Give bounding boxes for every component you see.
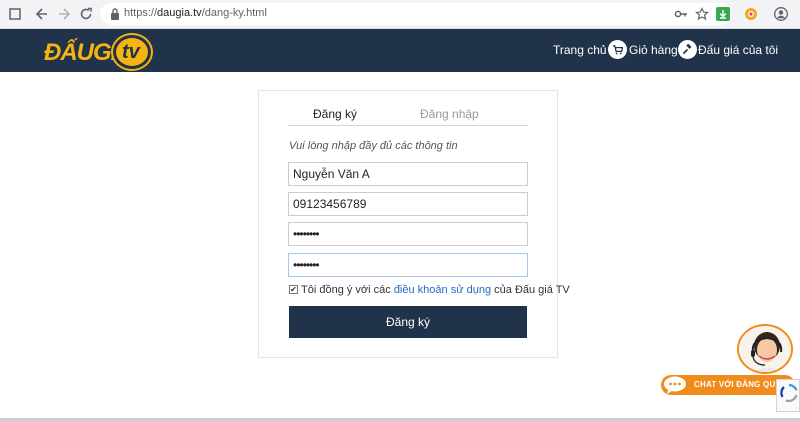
agree-text: Tôi đồng ý với các điều khoản sử dụng củ… [301,284,570,296]
fullname-input[interactable]: Nguyễn Văn A [288,162,528,186]
support-avatar[interactable] [737,324,793,374]
profile-icon[interactable] [772,5,790,23]
confirm-password-input[interactable]: •••••••• [288,253,528,277]
address-bar[interactable]: https://daugia.tv/dang-ky.html [100,3,732,25]
url-text: https://daugia.tv/dang-ky.html [124,7,267,19]
nav-cart[interactable]: Giỏ hàng [629,43,678,57]
tab-register[interactable]: Đăng ký [313,107,357,121]
password-input[interactable]: •••••••• [288,222,528,246]
nav-home[interactable]: Trang chủ [553,43,607,57]
url-path: /dang-ky.html [201,7,267,19]
agree-suffix: của Đấu giá TV [491,284,570,296]
url-host: daugia.tv [157,7,202,19]
logo-badge: tv [113,35,151,69]
tab-divider [288,125,528,126]
cart-icon[interactable] [608,40,627,59]
window-icon[interactable] [6,5,24,23]
lock-icon [111,8,119,20]
url-scheme: https:// [124,7,158,19]
logo-badge-text: tv [122,41,140,63]
phone-input[interactable]: 09123456789 [288,192,528,216]
reload-icon[interactable] [77,5,95,23]
form-hint: Vui lòng nhập đầy đủ các thông tin [289,140,458,152]
agree-prefix: Tôi đồng ý với các [301,284,394,296]
chat-bubble-icon [663,376,687,394]
agree-checkbox[interactable]: ✔ [289,285,298,294]
gavel-icon[interactable] [678,40,697,59]
forward-icon[interactable] [55,5,73,23]
terms-link[interactable]: điều khoản sử dụng [394,284,491,296]
download-extension-icon[interactable] [714,5,732,23]
browser-toolbar: https://daugia.tv/dang-ky.html [0,0,800,29]
extension-icon[interactable] [742,5,760,23]
register-submit-button[interactable]: Đăng ký [289,306,527,338]
star-icon[interactable] [693,5,711,23]
nav-my-auctions[interactable]: Đấu giá của tôi [698,43,778,57]
key-icon[interactable] [672,5,690,23]
back-icon[interactable] [33,5,51,23]
recaptcha-badge[interactable] [776,379,800,412]
site-logo[interactable]: ĐẤUGIÁ. tv [44,35,154,69]
tab-login[interactable]: Đăng nhập [420,107,479,121]
